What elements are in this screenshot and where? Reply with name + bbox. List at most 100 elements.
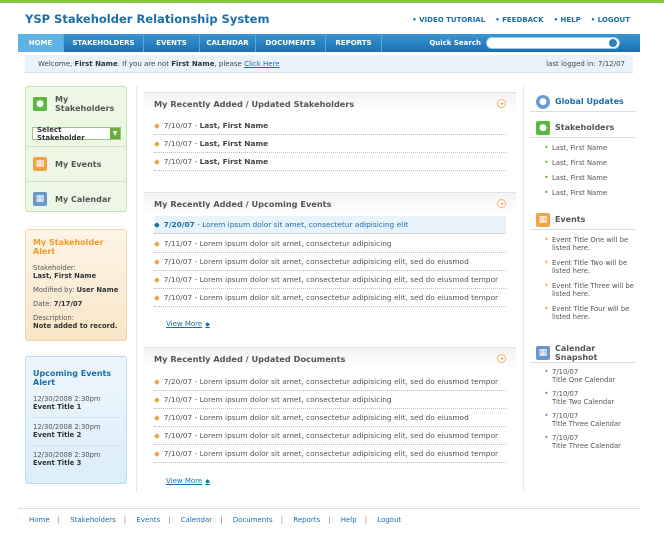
footer-help[interactable]: Help	[341, 516, 357, 524]
column-divider-left	[136, 86, 137, 492]
global-updates-header: ● Global Updates	[530, 92, 636, 112]
bullet-icon: ◆	[154, 293, 160, 302]
upcoming-event-item[interactable]: 12/30/2008 2:30pm Event Title 1	[33, 395, 119, 418]
footer-events[interactable]: Events	[136, 516, 160, 524]
footer-reports[interactable]: Reports	[293, 516, 320, 524]
calendar-icon: ▦	[33, 192, 47, 206]
click-here-link[interactable]: Click Here	[244, 60, 280, 68]
list-item[interactable]: Event Title Three will be listed here.	[544, 282, 636, 298]
nav-home[interactable]: HOME	[18, 34, 64, 52]
list-item[interactable]: Last, First Name	[544, 159, 636, 167]
nav-reports[interactable]: REPORTS	[326, 34, 382, 52]
list-item[interactable]: Last, First Name	[544, 189, 636, 197]
row-date: 7/10/07	[163, 257, 193, 266]
row-date: 7/10/07	[163, 395, 193, 404]
events-section-header: My Recently Added / Upcoming Events	[144, 192, 516, 214]
calendar-snapshot-header: ▦ Calendar Snapshot	[530, 343, 636, 363]
my-stakeholders-link[interactable]: ● My Stakeholders	[26, 87, 126, 121]
footer-documents[interactable]: Documents	[233, 516, 273, 524]
nav-documents[interactable]: DOCUMENTS	[256, 34, 326, 52]
my-events-label: My Events	[55, 159, 102, 169]
top-accent-line	[0, 0, 664, 3]
calendar-snapshot-title: Calendar Snapshot	[555, 343, 598, 362]
logout-link[interactable]: LOGOUT	[591, 16, 630, 24]
help-link[interactable]: HELP	[554, 16, 581, 24]
stakeholder-row[interactable]: ◆ 7/10/07 - Last, First Name	[154, 135, 506, 153]
video-tutorial-link[interactable]: VIDEO TUTORIAL	[412, 16, 485, 24]
my-calendar-link[interactable]: ▦ My Calendar	[26, 182, 126, 216]
search-icon[interactable]	[608, 38, 618, 48]
row-date: 7/10/07	[163, 121, 193, 130]
stakeholder-row[interactable]: ◆ 7/10/07 - Last, First Name	[154, 117, 506, 135]
event-row[interactable]: ◆ 7/10/07 - Lorem ipsum dolor sit amet, c…	[154, 289, 506, 307]
quick-search-input[interactable]	[486, 37, 620, 49]
row-date: 7/20/07	[163, 377, 193, 386]
bullet-icon: ◆	[154, 139, 160, 148]
list-item[interactable]: Event Title Two will be listed here.	[544, 259, 636, 275]
row-date: 7/20/07	[163, 220, 195, 229]
list-item[interactable]: Last, First Name	[544, 174, 636, 182]
collapse-icon[interactable]	[497, 354, 506, 363]
footer-home[interactable]: Home	[29, 516, 50, 524]
upcoming-events-alert-box: Upcoming Events Alert 12/30/2008 2:30pm E…	[25, 356, 127, 484]
collapse-icon[interactable]	[497, 99, 506, 108]
footer-separator: |	[364, 516, 368, 524]
event-title: Event Title 2	[33, 431, 82, 439]
stakeholders-section-header: My Recently Added / Updated Stakeholders	[144, 92, 516, 114]
list-item[interactable]: Last, First Name	[544, 144, 636, 152]
app-title: YSP Stakeholder Relationship System	[25, 12, 270, 26]
list-item[interactable]: 7/10/07Title One Calendar	[544, 368, 636, 384]
nav-stakeholders[interactable]: STAKEHOLDERS	[64, 34, 144, 52]
document-row[interactable]: ◆ 7/20/07 - Lorem ipsum dolor sit amet, c…	[154, 373, 506, 391]
footer-calendar[interactable]: Calendar	[181, 516, 212, 524]
footer-logout[interactable]: Logout	[377, 516, 401, 524]
alert-stakeholder-value: Last, First Name	[33, 272, 97, 280]
document-row[interactable]: ◆ 7/10/07 - Lorem ipsum dolor sit amet, c…	[154, 445, 506, 463]
bullet-icon: ◆	[154, 377, 160, 386]
view-more-label: View More	[166, 477, 203, 485]
alert-date-label: Date:	[33, 300, 52, 308]
nav-events[interactable]: EVENTS	[144, 34, 200, 52]
row-text: Lorem ipsum dolor sit amet, consectetur …	[199, 431, 499, 440]
welcome-bar: Welcome, First Name. If you are not Firs…	[25, 55, 633, 73]
upcoming-event-item[interactable]: 12/30/2008 2:30pm Event Title 2	[33, 423, 119, 446]
event-row[interactable]: ◆ 7/10/07 - Lorem ipsum dolor sit amet, c…	[154, 271, 506, 289]
row-text: Last, First Name	[199, 139, 269, 148]
bullet-icon: ◆	[154, 413, 160, 422]
events-view-more-link[interactable]: View More ◆	[166, 320, 210, 328]
row-text: Lorem ipsum dolor sit amet, consectetur …	[199, 377, 499, 386]
documents-view-more-link[interactable]: View More ◆	[166, 477, 210, 485]
upcoming-event-item[interactable]: 12/30/2008 2:30pm Event Title 3	[33, 451, 119, 473]
feedback-link[interactable]: FEEDBACK	[495, 16, 543, 24]
my-calendar-label: My Calendar	[55, 194, 112, 204]
calendar-date: 7/10/07	[552, 368, 579, 376]
nav-calendar[interactable]: CALENDAR	[200, 34, 256, 52]
stakeholder-alert-title: My Stakeholder Alert	[33, 238, 104, 256]
document-row[interactable]: ◆ 7/10/07 - Lorem ipsum dolor sit amet, c…	[154, 427, 506, 445]
stakeholder-row[interactable]: ◆ 7/10/07 - Last, First Name	[154, 153, 506, 171]
my-events-link[interactable]: ▦ My Events	[26, 147, 126, 181]
calendar-title: Title Three Calendar	[552, 420, 621, 428]
view-more-label: View More	[166, 320, 203, 328]
event-row[interactable]: ◆ 7/10/07 - Lorem ipsum dolor sit amet, c…	[154, 253, 506, 271]
collapse-icon[interactable]	[497, 199, 506, 208]
list-item[interactable]: 7/10/07Title Three Calendar	[544, 434, 636, 450]
list-item[interactable]: 7/10/07Title Two Calendar	[544, 390, 636, 406]
bullet-icon: ◆	[154, 239, 160, 248]
select-stakeholder-dropdown[interactable]: Select Stakeholder ▼	[32, 126, 121, 142]
event-row-highlighted[interactable]: ◆ 7/20/07 - Lorem ipsum dolor sit amet, c…	[154, 216, 506, 234]
quick-search-label: Quick Search	[429, 39, 481, 47]
documents-section-title: My Recently Added / Updated Documents	[154, 354, 346, 364]
document-row[interactable]: ◆ 7/10/07 - Lorem ipsum dolor sit amet, c…	[154, 409, 506, 427]
list-item[interactable]: Event Title One will be listed here.	[544, 236, 636, 252]
bullet-icon: ◆	[154, 275, 160, 284]
welcome-suffix: , please	[214, 60, 245, 68]
row-text: Last, First Name	[199, 157, 269, 166]
footer-stakeholders[interactable]: Stakeholders	[70, 516, 116, 524]
list-item[interactable]: Event Title Four will be listed here.	[544, 305, 636, 321]
list-item[interactable]: 7/10/07Title Three Calendar	[544, 412, 636, 428]
alert-modified-value: User Name	[76, 286, 119, 294]
right-stakeholders-header: ● Stakeholders	[530, 118, 636, 138]
event-row[interactable]: ◆ 7/11/07 - Lorem ipsum dolor sit amet, c…	[154, 235, 506, 253]
document-row[interactable]: ◆ 7/10/07 - Lorem ipsum dolor sit amet, c…	[154, 391, 506, 409]
